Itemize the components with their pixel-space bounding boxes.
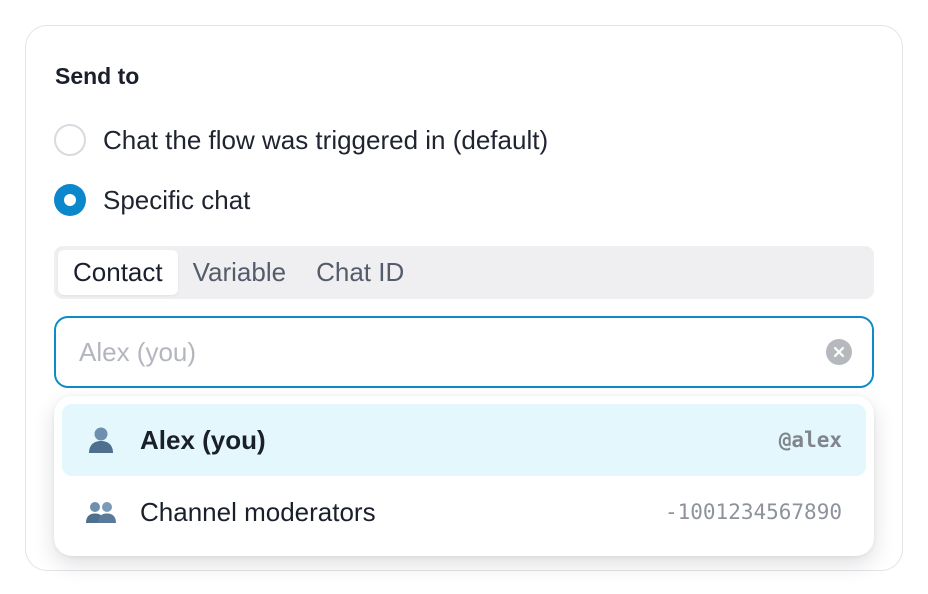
contact-search-field	[54, 316, 874, 388]
tab-variable[interactable]: Variable	[178, 250, 301, 295]
user-icon	[84, 423, 118, 457]
users-icon	[84, 495, 118, 529]
target-type-tabs: Contact Variable Chat ID	[54, 246, 874, 299]
radio-button-checked[interactable]	[54, 184, 86, 216]
result-username: @alex	[778, 428, 842, 452]
result-chat-id: -1001234567890	[664, 500, 842, 524]
radio-label: Specific chat	[103, 184, 251, 215]
radio-option-specific-chat[interactable]: Specific chat	[54, 183, 250, 217]
tab-contact[interactable]: Contact	[58, 250, 178, 295]
radio-label: Chat the flow was triggered in (default)	[103, 124, 549, 155]
contact-results-dropdown: Alex (you) @alex Channel moderators -100…	[54, 396, 874, 556]
contact-search-input[interactable]	[79, 336, 826, 368]
tab-chat-id[interactable]: Chat ID	[301, 250, 419, 295]
clear-icon[interactable]	[826, 339, 852, 365]
result-label: Alex (you)	[140, 424, 266, 455]
radio-option-default-chat[interactable]: Chat the flow was triggered in (default)	[54, 123, 548, 157]
result-label: Channel moderators	[140, 496, 376, 527]
radio-button[interactable]	[54, 124, 86, 156]
result-option[interactable]: Alex (you) @alex	[62, 404, 866, 476]
section-title: Send to	[55, 63, 140, 89]
result-option[interactable]: Channel moderators -1001234567890	[62, 476, 866, 548]
